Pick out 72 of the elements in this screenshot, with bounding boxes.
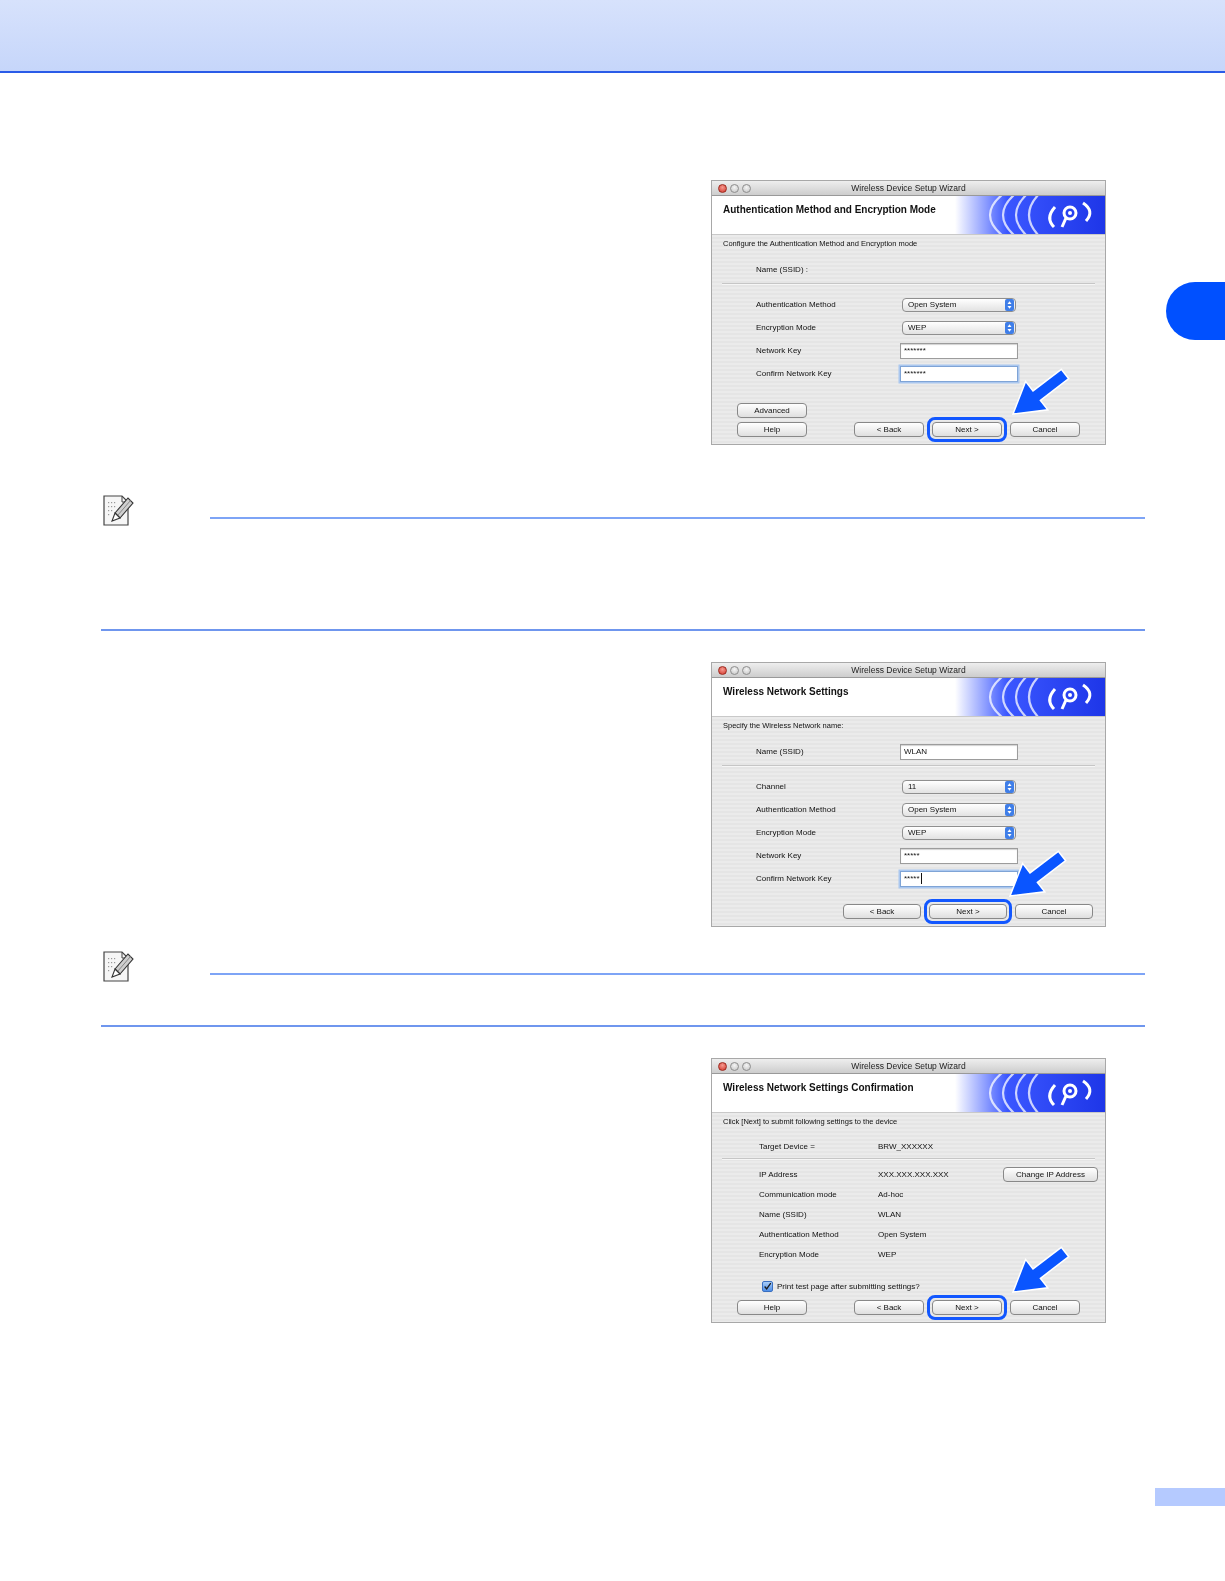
field-label: Authentication Method: [756, 300, 837, 309]
dialog-button[interactable]: Cancel: [1015, 904, 1093, 919]
field-label: Name (SSID) :: [756, 265, 809, 274]
close-icon[interactable]: [718, 183, 727, 193]
dialog-button[interactable]: Next >: [929, 904, 1007, 919]
field-label: Network Key: [756, 346, 803, 355]
password-field[interactable]: *****: [900, 847, 1018, 864]
maximize-icon[interactable]: [742, 665, 751, 675]
close-icon[interactable]: [718, 665, 727, 675]
minimize-icon[interactable]: [730, 1061, 739, 1071]
window-title: Wireless Device Setup Wizard: [851, 1061, 966, 1071]
setting-value: WLAN: [878, 1209, 903, 1219]
setting-value: BRW_XXXXXX: [878, 1141, 934, 1151]
dialog-button[interactable]: < Back: [854, 1300, 924, 1315]
advanced-button[interactable]: Advanced: [737, 403, 807, 418]
dialog-heading: Authentication Method and Encryption Mode: [722, 203, 936, 215]
maximize-icon[interactable]: [742, 183, 751, 193]
dialog-button[interactable]: Next >: [932, 1300, 1002, 1315]
field-label: Encryption Mode: [759, 1249, 821, 1259]
dialog-button[interactable]: < Back: [843, 904, 921, 919]
minimize-icon[interactable]: [730, 665, 739, 675]
stepper-icon: [1005, 803, 1014, 816]
field-label: Name (SSID): [759, 1209, 808, 1219]
dialog-button[interactable]: Cancel: [1010, 1300, 1080, 1315]
stepper-icon: [1005, 826, 1014, 839]
dialog-button[interactable]: < Back: [854, 422, 924, 437]
password-field[interactable]: *******: [900, 342, 1018, 359]
field-label: Channel: [756, 782, 787, 791]
select-field[interactable]: 11: [902, 779, 1016, 794]
dialog-button[interactable]: Next >: [932, 422, 1002, 437]
field-label: Encryption Mode: [756, 828, 818, 837]
field-label: Name (SSID): [756, 747, 805, 756]
chapter-marker: [1166, 282, 1225, 340]
select-field[interactable]: Open System: [902, 297, 1016, 312]
password-field[interactable]: *****: [900, 870, 1018, 887]
stepper-icon: [1005, 780, 1014, 793]
field-label: Authentication Method: [756, 805, 837, 814]
setting-value: WEP: [878, 1249, 898, 1259]
field-label: Confirm Network Key: [756, 874, 833, 883]
change-ip-button[interactable]: Change IP Address: [1003, 1166, 1098, 1182]
field-label: Encryption Mode: [756, 323, 818, 332]
field-label: Communication mode: [759, 1189, 838, 1199]
stepper-icon: [1005, 321, 1014, 334]
help-button[interactable]: Help: [737, 422, 807, 437]
password-field[interactable]: *******: [900, 365, 1018, 382]
field-label: Authentication Method: [759, 1229, 840, 1239]
select-field[interactable]: WEP: [902, 320, 1016, 335]
window-title: Wireless Device Setup Wizard: [851, 183, 966, 193]
dialog-heading: Wireless Network Settings: [722, 685, 849, 697]
page-number-box: [1155, 1488, 1225, 1506]
note-pencil-icon: [101, 493, 136, 527]
minimize-icon[interactable]: [730, 183, 739, 193]
setting-value: Ad-hoc: [878, 1189, 905, 1199]
help-button[interactable]: Help: [737, 1300, 807, 1315]
select-field[interactable]: Open System: [902, 802, 1016, 817]
close-icon[interactable]: [718, 1061, 727, 1071]
note-pencil-icon: [101, 949, 136, 983]
window-title: Wireless Device Setup Wizard: [851, 665, 966, 675]
select-field[interactable]: WEP: [902, 825, 1016, 840]
field-label: Network Key: [756, 851, 803, 860]
field-label: Target Device =: [759, 1141, 816, 1151]
dialog-button[interactable]: Cancel: [1010, 422, 1080, 437]
checkbox-label: Print test page after submitting settings?: [777, 1282, 920, 1291]
setting-value: Open System: [878, 1229, 928, 1239]
maximize-icon[interactable]: [742, 1061, 751, 1071]
checkbox[interactable]: [762, 1281, 773, 1292]
stepper-icon: [1005, 298, 1014, 311]
field-label: IP Address: [759, 1169, 799, 1179]
dialog-heading: Wireless Network Settings Confirmation: [722, 1081, 914, 1093]
setting-value: XXX.XXX.XXX.XXX: [878, 1169, 950, 1179]
field-label: Confirm Network Key: [756, 369, 833, 378]
text-field[interactable]: WLAN: [900, 743, 1018, 760]
